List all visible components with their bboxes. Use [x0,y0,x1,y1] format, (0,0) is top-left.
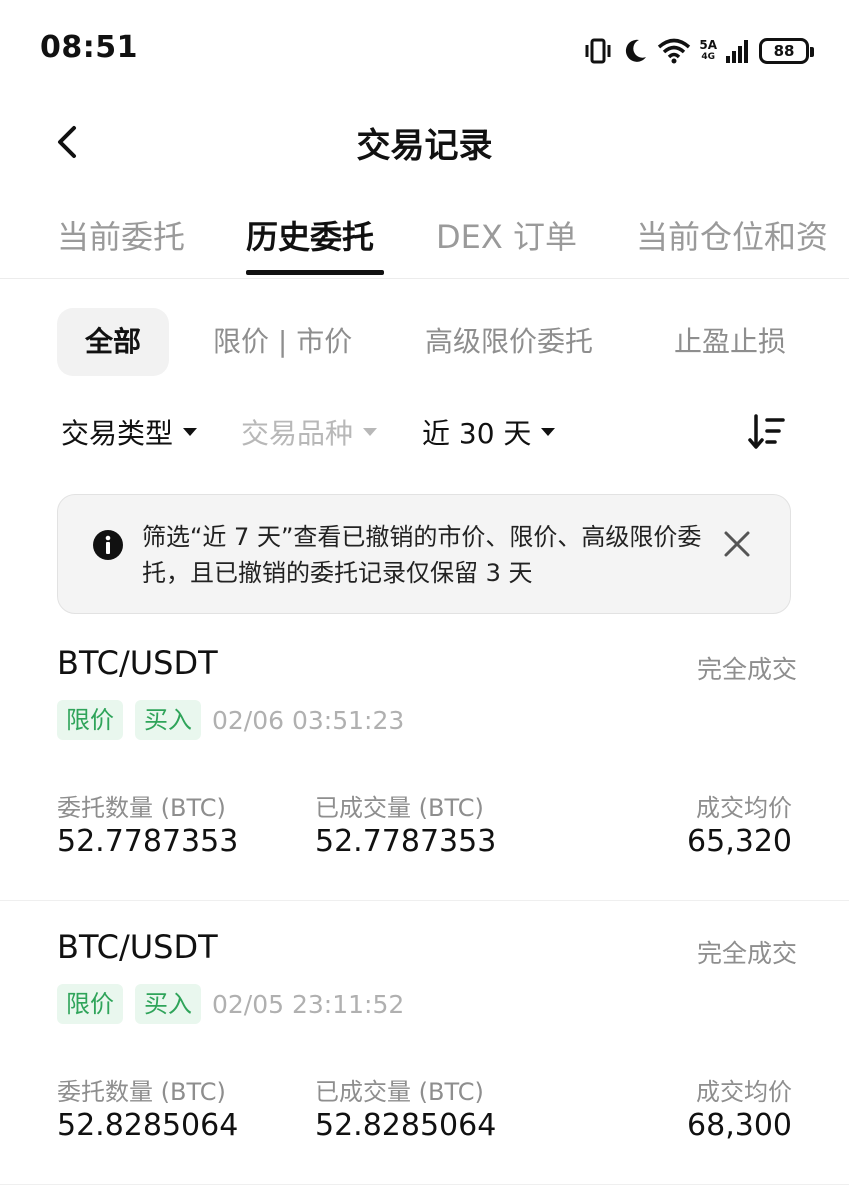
notice-close-button[interactable] [722,529,752,559]
order-type-badge: 限价 [57,984,123,1024]
filter-row: 交易类型 交易品种 近 30 天 [0,404,849,460]
period-dropdown[interactable]: 近 30 天 [422,412,556,452]
notice-banner: 筛选“近 7 天”查看已撤销的市价、限价、高级限价委托，且已撤销的委托记录仅保留… [57,494,791,614]
amount-value: 52.7787353 [57,824,239,859]
page-header: 交易记录 [0,100,849,190]
order-status: 完全成交 [696,939,797,968]
tab-current-orders[interactable]: 当前委托 [57,212,185,258]
filled-value: 52.8285064 [315,1108,497,1143]
battery-level: 88 [773,42,795,60]
tab-bar: 当前委托 历史委托 DEX 订单 当前仓位和资 [0,200,849,279]
tab-dex-orders[interactable]: DEX 订单 [436,212,577,258]
avg-price-label: 成交均价 [696,794,792,822]
chip-tp-sl[interactable]: 止盈止损 [674,308,786,376]
order-row[interactable]: BTC/USDT 完全成交 限价 买入 02/06 03:51:23 委托数量 … [0,616,849,901]
wifi-icon [657,37,691,65]
notice-text: 筛选“近 7 天”查看已撤销的市价、限价、高级限价委托，且已撤销的委托记录仅保留… [142,523,702,587]
trade-type-dropdown[interactable]: 交易类型 [61,412,198,452]
close-icon [724,531,750,557]
order-type-filter: 全部 限价 | 市价 高级限价委托 止盈止损 [0,308,849,376]
network-label-bottom: 4G [701,52,715,62]
tab-order-history[interactable]: 历史委托 [246,212,374,258]
order-status: 完全成交 [696,655,797,684]
filled-label: 已成交量 (BTC) [315,1078,484,1106]
sort-button[interactable] [748,412,786,452]
signal-icon [725,38,751,64]
tab-positions-assets[interactable]: 当前仓位和资 [636,212,828,258]
avg-price-value: 65,320 [687,824,792,859]
order-pair: BTC/USDT [57,644,218,682]
battery-indicator: 88 [759,38,814,64]
avg-price-value: 68,300 [687,1108,792,1143]
status-time: 08:51 [40,30,138,65]
avg-price-label: 成交均价 [696,1078,792,1106]
chip-all[interactable]: 全部 [57,308,169,376]
amount-label: 委托数量 (BTC) [57,1078,226,1106]
active-tab-indicator [246,270,384,275]
filled-value: 52.7787353 [315,824,497,859]
info-icon [92,529,124,561]
chip-advanced-limit[interactable]: 高级限价委托 [425,308,593,376]
order-time: 02/05 23:11:52 [212,990,405,1019]
caret-down-icon [363,428,378,436]
vibrate-icon [583,37,613,65]
order-type-badge: 限价 [57,700,123,740]
chip-limit-market[interactable]: 限价 | 市价 [213,308,352,376]
network-label-top: 5A [699,38,717,52]
amount-label: 委托数量 (BTC) [57,794,226,822]
moon-icon [621,37,649,65]
amount-value: 52.8285064 [57,1108,239,1143]
instrument-label: 交易品种 [241,417,354,450]
order-row[interactable]: BTC/USDT 完全成交 限价 买入 02/05 23:11:52 委托数量 … [0,900,849,1185]
page-title: 交易记录 [356,126,493,166]
network-type-label: 5A 4G [699,39,717,63]
filled-label: 已成交量 (BTC) [315,794,484,822]
order-pair: BTC/USDT [57,928,218,966]
battery-tip [810,47,814,57]
caret-down-icon [183,428,198,436]
trade-type-label: 交易类型 [61,417,174,450]
system-icons: 5A 4G 88 [583,34,814,68]
caret-down-icon [541,428,556,436]
sort-icon [748,414,785,449]
order-side-badge: 买入 [135,700,201,740]
status-bar: 08:51 5A 4G 88 [0,0,849,100]
instrument-dropdown[interactable]: 交易品种 [241,412,378,452]
order-time: 02/06 03:51:23 [212,706,405,735]
order-side-badge: 买入 [135,984,201,1024]
period-label: 近 30 天 [422,417,532,450]
